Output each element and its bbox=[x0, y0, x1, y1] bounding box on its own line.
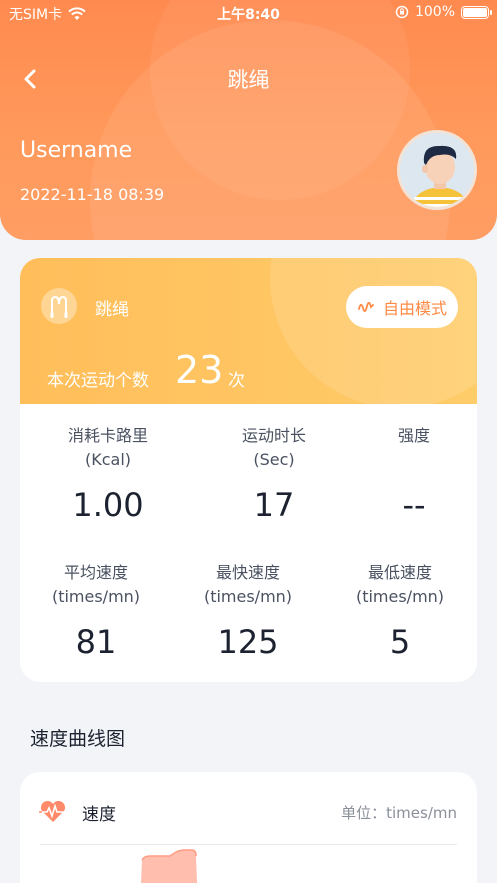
summary-card-header: 跳绳 自由模式 本次运动个数 23 次 bbox=[20, 258, 477, 404]
stat-label: 消耗卡路里 bbox=[67, 426, 148, 445]
orientation-lock-icon bbox=[395, 5, 409, 19]
count-value: 23 bbox=[175, 348, 224, 392]
stat-label: 平均速度 bbox=[63, 563, 128, 582]
speed-chart-area bbox=[141, 849, 198, 883]
stat-calories: 消耗卡路里 (Kcal) 1.00 bbox=[32, 424, 184, 524]
stat-label: 最快速度 bbox=[215, 563, 280, 582]
stat-unit: (Kcal) bbox=[84, 450, 132, 469]
stat-intensity: 强度 -- bbox=[338, 424, 477, 524]
heart-rate-icon bbox=[39, 800, 67, 822]
wave-icon bbox=[358, 301, 374, 312]
count-label: 本次运动个数 bbox=[47, 371, 149, 391]
jump-rope-icon bbox=[41, 288, 77, 324]
count-unit: 次 bbox=[228, 371, 245, 391]
avatar bbox=[397, 130, 477, 210]
stat-label: 最低速度 bbox=[367, 563, 432, 582]
stat-label: 运动时长 bbox=[241, 426, 306, 445]
summary-card: 跳绳 自由模式 本次运动个数 23 次 消耗卡路里 (Kcal) 1.00 运动… bbox=[20, 258, 477, 682]
stat-unit: (Sec) bbox=[253, 450, 295, 469]
stat-value: 81 bbox=[75, 623, 117, 661]
stat-value: 5 bbox=[389, 623, 411, 661]
mode-button[interactable]: 自由模式 bbox=[346, 286, 458, 328]
speed-chart-card: 速度 单位：times/mn bbox=[20, 772, 477, 883]
stat-avg-speed: 平均速度 (times/mn) 81 bbox=[20, 561, 172, 661]
stat-value: 125 bbox=[217, 623, 279, 661]
status-bar: 无SIM卡 上午8:40 100% bbox=[0, 0, 497, 26]
divider bbox=[40, 844, 457, 845]
stat-unit: (times/mn) bbox=[355, 587, 445, 606]
stat-unit: (times/mn) bbox=[51, 587, 141, 606]
stat-min-speed: 最低速度 (times/mn) 5 bbox=[324, 561, 476, 661]
stat-value: 1.00 bbox=[72, 486, 144, 524]
stat-label: 强度 bbox=[397, 426, 430, 445]
stat-unit bbox=[338, 448, 477, 472]
page-title: 跳绳 bbox=[227, 68, 270, 92]
chart-title: 速度 bbox=[82, 805, 116, 825]
sport-name: 跳绳 bbox=[95, 300, 129, 320]
stat-max-speed: 最快速度 (times/mn) 125 bbox=[172, 561, 324, 661]
battery-icon bbox=[461, 5, 492, 19]
record-datetime: 2022-11-18 08:39 bbox=[20, 185, 165, 204]
card-decoration bbox=[270, 258, 477, 404]
section-title: 速度曲线图 bbox=[30, 728, 126, 750]
stat-value: -- bbox=[402, 486, 426, 524]
stat-unit: (times/mn) bbox=[203, 587, 293, 606]
mode-label: 自由模式 bbox=[382, 299, 447, 318]
stat-value: 17 bbox=[253, 486, 295, 524]
battery-percent: 100% bbox=[414, 4, 455, 20]
username: Username bbox=[20, 138, 133, 163]
stat-duration: 运动时长 (Sec) 17 bbox=[198, 424, 350, 524]
chart-unit-label: 单位：times/mn bbox=[341, 804, 457, 822]
